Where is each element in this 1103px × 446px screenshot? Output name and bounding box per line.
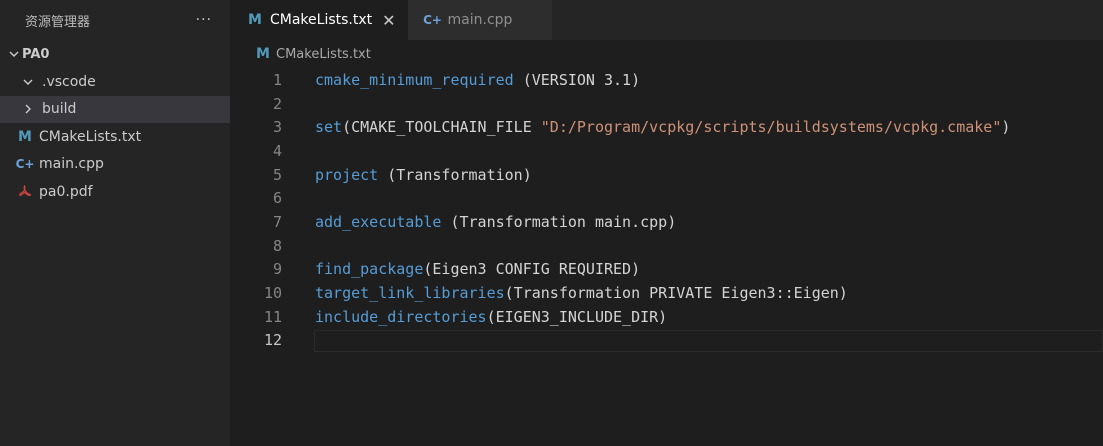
tree-item-label: main.cpp <box>39 156 104 173</box>
tab-label: main.cpp <box>447 12 513 28</box>
code-text: include_directories(EIGEN3_INCLUDE_DIR) <box>315 308 667 326</box>
explorer-title: 资源管理器 <box>25 14 91 30</box>
pdf-file-icon <box>16 185 34 198</box>
code-text: target_link_libraries(Transformation PRI… <box>315 284 848 302</box>
code-text: cmake_minimum_required (VERSION 3.1) <box>315 71 640 89</box>
workspace-folder[interactable]: PA0 <box>0 40 230 68</box>
code-line[interactable]: 9 find_package(Eigen3 CONFIG REQUIRED) <box>230 258 1103 282</box>
code-keyword: include_directories <box>315 307 487 326</box>
tree-item-vscode[interactable]: .vscode <box>0 68 230 96</box>
breadcrumb: M CMakeLists.txt <box>230 40 1103 68</box>
line-number: 10 <box>263 284 282 303</box>
line-number: 4 <box>272 141 282 160</box>
code-token: (Eigen3 CONFIG REQUIRED) <box>423 260 641 279</box>
cpp-file-icon: C+ <box>423 13 442 27</box>
line-number: 8 <box>272 236 282 255</box>
line-number: 7 <box>272 212 282 231</box>
tree-item-label: build <box>42 101 77 118</box>
code-text: find_package(Eigen3 CONFIG REQUIRED) <box>315 260 640 278</box>
code-keyword: project <box>315 165 379 184</box>
line-number: 6 <box>272 189 282 208</box>
code-text: project (Transformation) <box>315 166 532 184</box>
workspace-folder-label: PA0 <box>22 46 50 62</box>
more-actions-icon[interactable]: ··· <box>196 12 212 28</box>
code-line[interactable]: 2 <box>230 92 1103 116</box>
code-token: (CMAKE_TOOLCHAIN_FILE <box>342 118 541 137</box>
tree-item-main-cpp[interactable]: C+ main.cpp <box>0 151 230 179</box>
tree-item-cmakelists[interactable]: M CMakeLists.txt <box>0 123 230 151</box>
code-token: (Transformation main.cpp) <box>441 212 677 231</box>
code-text: set(CMAKE_TOOLCHAIN_FILE "D:/Program/vcp… <box>315 118 1010 136</box>
tab-main-cpp[interactable]: C+ main.cpp <box>407 0 553 40</box>
code-line[interactable]: 10 target_link_libraries(Transformation P… <box>230 281 1103 305</box>
code-text: add_executable (Transformation main.cpp) <box>315 213 676 231</box>
code-keyword: find_package <box>315 260 424 279</box>
line-number: 12 <box>263 331 282 350</box>
explorer-header: 资源管理器 ··· <box>0 0 230 40</box>
code-keyword: set <box>315 118 343 137</box>
tab-label: CMakeLists.txt <box>270 12 373 28</box>
tree-item-label: CMakeLists.txt <box>39 128 142 145</box>
code-token: (EIGEN3_INCLUDE_DIR) <box>486 307 668 326</box>
chevron-down-icon <box>20 76 36 88</box>
code-line[interactable]: 8 <box>230 234 1103 258</box>
chevron-down-icon <box>6 48 22 60</box>
tab-cmakelists[interactable]: M CMakeLists.txt ✕ <box>230 0 408 40</box>
code-line[interactable]: 1 cmake_minimum_required (VERSION 3.1) <box>230 68 1103 92</box>
code-line[interactable]: 4 <box>230 139 1103 163</box>
code-keyword: cmake_minimum_required <box>315 70 514 89</box>
code-token: (VERSION 3.1) <box>513 70 641 89</box>
code-line[interactable]: 11 include_directories(EIGEN3_INCLUDE_DIR… <box>230 305 1103 329</box>
code-string: "D:/Program/vcpkg/scripts/buildsystems/v… <box>540 118 1002 137</box>
cmake-file-icon: M <box>248 12 262 28</box>
code-line[interactable]: 3 set(CMAKE_TOOLCHAIN_FILE "D:/Program/vc… <box>230 115 1103 139</box>
code-token: (Transformation) <box>378 165 532 184</box>
code-editor[interactable]: 1 cmake_minimum_required (VERSION 3.1) 2 3 s… <box>230 68 1103 446</box>
tree-item-label: .vscode <box>42 73 96 90</box>
tree-item-pa0-pdf[interactable]: pa0.pdf <box>0 178 230 206</box>
tree-item-label: pa0.pdf <box>39 183 93 200</box>
code-line[interactable]: 5 project (Transformation) <box>230 163 1103 187</box>
code-token: (Transformation PRIVATE Eigen3::Eigen) <box>504 284 848 303</box>
cpp-file-icon: C+ <box>15 157 35 172</box>
code-token: ) <box>1001 118 1011 137</box>
tree-item-build[interactable]: build <box>0 95 230 123</box>
cmake-file-icon: M <box>18 128 32 145</box>
line-number: 1 <box>272 70 282 89</box>
code-keyword: target_link_libraries <box>315 284 505 303</box>
explorer-sidebar: 资源管理器 ··· PA0 .vscode build M CMakeLists… <box>0 0 230 446</box>
code-line[interactable]: 12 <box>230 329 1103 353</box>
line-number: 11 <box>263 307 282 326</box>
line-number: 2 <box>272 94 282 113</box>
line-number: 5 <box>272 165 282 184</box>
line-number: 9 <box>272 260 282 279</box>
editor-tab-bar: M CMakeLists.txt ✕ C+ main.cpp <box>230 0 1103 40</box>
close-icon[interactable]: ✕ <box>382 11 395 30</box>
code-line[interactable]: 6 <box>230 186 1103 210</box>
breadcrumb-item[interactable]: CMakeLists.txt <box>276 47 371 62</box>
chevron-right-icon <box>20 103 36 115</box>
code-keyword: add_executable <box>315 212 442 231</box>
cmake-file-icon: M <box>256 46 270 62</box>
code-line[interactable]: 7 add_executable (Transformation main.cpp… <box>230 210 1103 234</box>
line-number: 3 <box>272 118 282 137</box>
